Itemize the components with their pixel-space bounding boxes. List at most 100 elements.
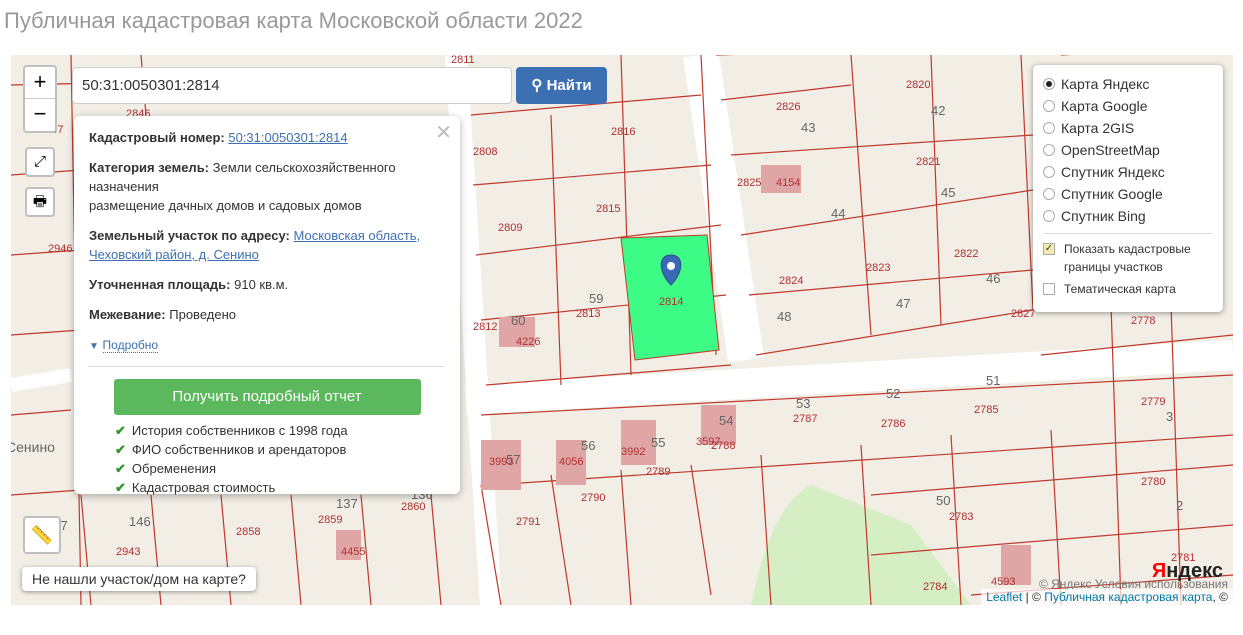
- radio[interactable]: [1043, 78, 1055, 90]
- parcel-label: 2822: [954, 248, 978, 260]
- zoom-out-button[interactable]: −: [25, 99, 55, 131]
- parcel-label: 3: [1166, 409, 1173, 424]
- show-borders-label: Показать кадастровые границы участков: [1064, 242, 1191, 274]
- parcel-boundary: [620, 469, 632, 605]
- parcel-boundary: [930, 55, 942, 326]
- parcel-boundary: [690, 464, 712, 596]
- parcel-label: 2860: [401, 501, 425, 513]
- not-found-button[interactable]: Не нашли участок/дом на карте?: [22, 567, 256, 591]
- parcel-label: 2780: [1141, 476, 1165, 488]
- road: [11, 368, 73, 392]
- parcel-label: 57: [506, 452, 520, 467]
- layer-label: Карта 2GIS: [1061, 120, 1135, 136]
- parcel-label: 2787: [793, 413, 817, 425]
- parcel-label: 2811: [451, 55, 475, 66]
- village-label: Сенино: [11, 439, 55, 455]
- zoom-control: + −: [23, 65, 57, 133]
- pkk-link[interactable]: Публичная кадастровая карта: [1044, 590, 1212, 604]
- radio[interactable]: [1043, 144, 1055, 156]
- print-button[interactable]: 🖶: [25, 187, 55, 217]
- close-icon[interactable]: ✕: [435, 120, 452, 145]
- layer-option[interactable]: Спутник Bing: [1043, 205, 1213, 227]
- fullscreen-button[interactable]: ⤢: [25, 147, 55, 177]
- parcel-label: 45: [941, 185, 955, 200]
- parcel-boundary: [730, 134, 1034, 156]
- parcel-boundary: [755, 309, 1034, 356]
- layer-option[interactable]: Карта Google: [1043, 95, 1213, 117]
- parcel-label: 2813: [576, 308, 600, 320]
- parcel-label: 2858: [236, 526, 260, 538]
- thematic-checkbox[interactable]: Тематическая карта: [1043, 278, 1213, 300]
- feature-text: ФИО собственников и арендаторов: [131, 442, 347, 457]
- address-label: Земельный участок по адресу:: [89, 228, 290, 243]
- parcel-label: 54: [719, 413, 733, 428]
- parcel-label: 2825: [737, 177, 761, 189]
- layer-option[interactable]: Спутник Яндекс: [1043, 161, 1213, 183]
- more-link[interactable]: Подробно: [102, 338, 159, 353]
- find-button[interactable]: ⚲ Найти: [516, 67, 607, 104]
- report-button[interactable]: Получить подробный отчет: [113, 379, 421, 415]
- area-value: 910 кв.м.: [234, 277, 289, 292]
- layer-label: OpenStreetMap: [1061, 142, 1160, 158]
- layer-option[interactable]: Карта Яндекс: [1043, 73, 1213, 95]
- parcel-label: 2: [1176, 498, 1183, 513]
- parcel-boundary: [850, 55, 872, 336]
- parcel-boundary: [620, 55, 632, 376]
- parcel-boundary: [11, 409, 72, 416]
- expand-icon: ⤢: [33, 153, 46, 170]
- checkbox[interactable]: [1043, 283, 1055, 295]
- parcel-label: 52: [886, 386, 900, 401]
- radio[interactable]: [1043, 210, 1055, 222]
- cad-number-link[interactable]: 50:31:0050301:2814: [228, 130, 347, 145]
- area-label: Уточненная площадь:: [89, 277, 231, 292]
- layer-label: Карта Яндекс: [1061, 76, 1150, 92]
- parcel-label: 43: [801, 120, 815, 135]
- parcel-boundary: [472, 164, 712, 186]
- parcel-label: 3992: [621, 446, 645, 458]
- parcel-label: 4154: [776, 177, 800, 189]
- parcel-label: 2778: [1131, 315, 1155, 327]
- zoom-in-button[interactable]: +: [25, 67, 55, 99]
- check-icon: ✔: [115, 480, 126, 495]
- attribution-tail: , ©: [1212, 590, 1228, 604]
- radio[interactable]: [1043, 122, 1055, 134]
- page-title: Публичная кадастровая карта Московской о…: [4, 8, 583, 33]
- divider: [1043, 233, 1213, 234]
- feature-item: ✔ История собственников с 1998 года: [115, 421, 445, 440]
- parcel-label: 46: [986, 271, 1000, 286]
- search-input[interactable]: 50:31:0050301:2814: [72, 67, 512, 104]
- parcel-label: 2790: [581, 492, 605, 504]
- feature-item: ✔ Обременения: [115, 459, 445, 478]
- parcel-boundary: [720, 84, 852, 101]
- check-icon: ✔: [115, 461, 126, 476]
- ruler-button[interactable]: 📏: [23, 516, 61, 554]
- leaflet-link[interactable]: Leaflet: [986, 590, 1022, 604]
- parcel-label: 4056: [559, 456, 583, 468]
- parcel-label: 47: [896, 296, 910, 311]
- layer-option[interactable]: Спутник Google: [1043, 183, 1213, 205]
- parcel-label: 4455: [341, 546, 365, 558]
- search-icon: ⚲: [531, 77, 543, 94]
- layer-option[interactable]: OpenStreetMap: [1043, 139, 1213, 161]
- feature-text: Обременения: [131, 461, 216, 476]
- divider: [89, 366, 445, 367]
- layer-label: Спутник Bing: [1061, 208, 1146, 224]
- show-borders-checkbox[interactable]: ✓ Показать кадастровые границы участков: [1043, 240, 1213, 278]
- parcel-label: 2820: [906, 79, 930, 91]
- checkbox-checked[interactable]: ✓: [1043, 243, 1055, 255]
- radio[interactable]: [1043, 100, 1055, 112]
- parcel-label: 2788: [711, 440, 735, 452]
- parcel-label: 2821: [916, 156, 940, 168]
- parcel-boundary: [1020, 55, 1034, 311]
- parcel-label: 50: [936, 493, 950, 508]
- layer-label: Карта Google: [1061, 98, 1148, 114]
- radio[interactable]: [1043, 166, 1055, 178]
- parcel-label: 2784: [923, 581, 947, 593]
- radio[interactable]: [1043, 188, 1055, 200]
- layer-option[interactable]: Карта 2GIS: [1043, 117, 1213, 139]
- triangle-down-icon: ▼: [89, 341, 99, 352]
- thematic-label: Тематическая карта: [1064, 282, 1176, 296]
- map[interactable]: 2811284629472808281628202826424328212825…: [11, 55, 1233, 605]
- find-label: Найти: [546, 77, 592, 94]
- feature-item: ✔ ФИО собственников и арендаторов: [115, 440, 445, 459]
